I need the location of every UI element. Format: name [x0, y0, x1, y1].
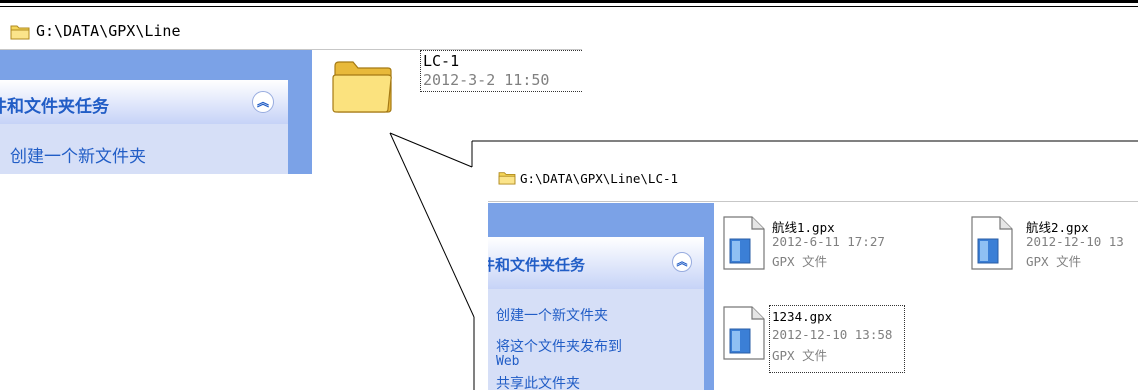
tasks-header[interactable]: 件和文件夹任务 ︽	[488, 237, 704, 289]
task-pane: 件和文件夹任务 ︽ 创建一个新文件夹 将这个文件夹发布到 Web 共享此文件夹	[488, 203, 714, 390]
file-type: GPX 文件	[772, 254, 828, 269]
task-link-share[interactable]: 共享此文件夹	[496, 373, 580, 390]
file-date: 2012-6-11 17:27	[772, 234, 885, 249]
file-date: 2012-12-10 13	[1026, 234, 1124, 249]
file-name: 1234.gpx	[772, 309, 833, 324]
file-item-3[interactable]: 1234.gpx 2012-12-10 13:58 GPX 文件	[714, 287, 964, 390]
collapse-chevron-icon[interactable]: ︽	[672, 252, 692, 272]
task-link-new-folder[interactable]: 创建一个新文件夹	[496, 305, 608, 325]
task-link-publish-web[interactable]: Web	[496, 354, 519, 369]
folder-icon	[498, 172, 516, 185]
file-list: 航线1.gpx 2012-6-11 17:27 GPX 文件 航线2.gpx 2…	[714, 203, 1138, 390]
explorer-window-lc1: G:\DATA\GPX\Line\LC-1 件和文件夹任务 ︽ 创建一个新文件夹…	[488, 154, 1138, 390]
gpx-file-icon	[723, 216, 765, 270]
file-date: 2012-12-10 13:58	[772, 327, 893, 342]
file-type: GPX 文件	[772, 348, 828, 363]
address-bar[interactable]: G:\DATA\GPX\Line\LC-1	[488, 154, 1138, 202]
file-folder-tasks-box: 件和文件夹任务 ︽ 创建一个新文件夹 将这个文件夹发布到 Web 共享此文件夹	[488, 237, 704, 390]
gpx-file-icon	[723, 306, 765, 360]
task-link-publish[interactable]: 将这个文件夹发布到	[496, 336, 622, 356]
file-item-2[interactable]: 航线2.gpx 2012-12-10 13 GPX 文件	[962, 203, 1138, 283]
file-item-1[interactable]: 航线1.gpx 2012-6-11 17:27 GPX 文件	[714, 203, 964, 283]
tasks-header-label: 件和文件夹任务	[488, 256, 586, 274]
address-text[interactable]: G:\DATA\GPX\Line\LC-1	[520, 171, 678, 186]
file-type: GPX 文件	[1026, 254, 1082, 269]
gpx-file-icon	[971, 216, 1013, 270]
